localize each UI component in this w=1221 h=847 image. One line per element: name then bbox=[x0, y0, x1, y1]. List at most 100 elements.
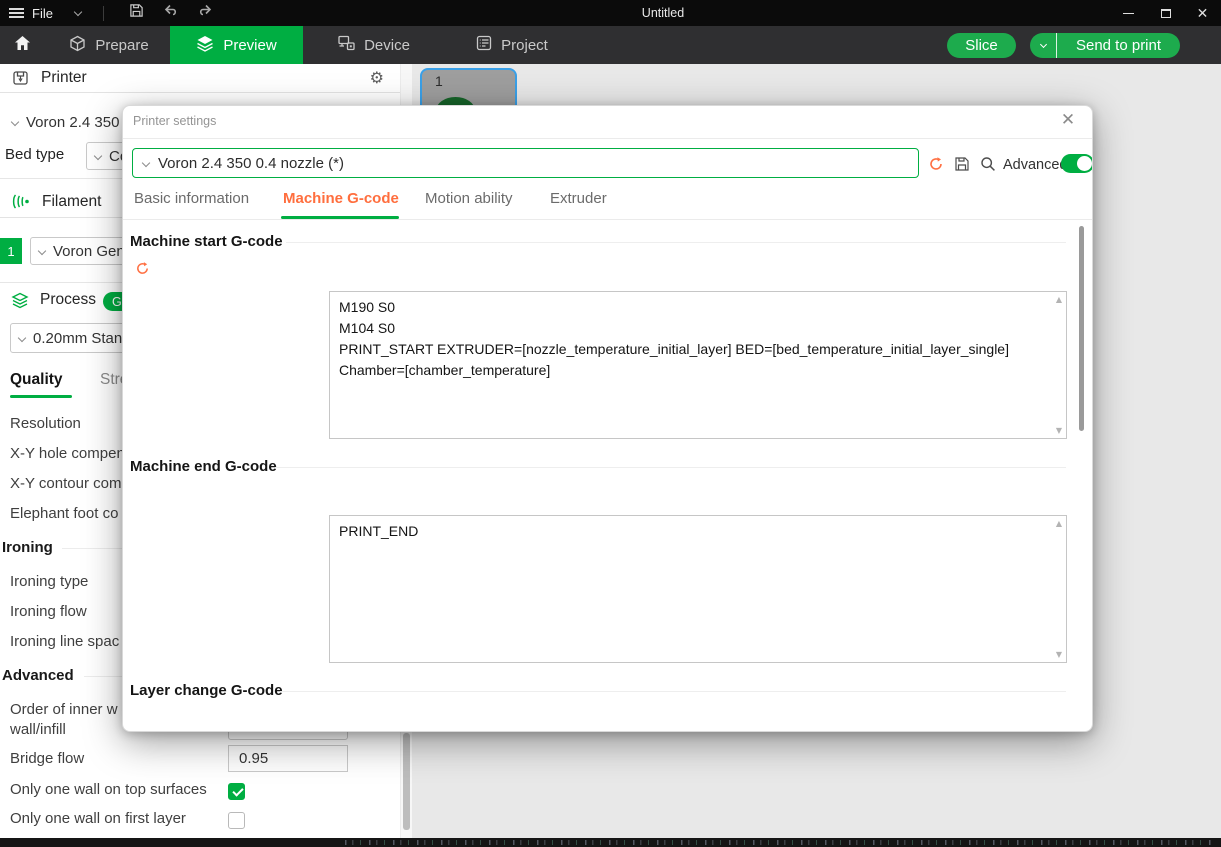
filament-index-badge[interactable]: 1 bbox=[0, 238, 22, 264]
project-list-icon bbox=[476, 35, 492, 55]
prepare-cube-icon bbox=[69, 35, 86, 56]
redo-icon bbox=[197, 4, 213, 22]
printer-section-header: Printer ⚙ bbox=[0, 64, 400, 93]
tab-prepare[interactable]: Prepare bbox=[48, 26, 170, 64]
save-button[interactable] bbox=[120, 0, 154, 26]
send-to-print-group: Send to print bbox=[1030, 33, 1180, 58]
setting-xy-contour-compensation[interactable]: X-Y contour com bbox=[10, 475, 121, 495]
only-one-wall-first-checkbox[interactable] bbox=[228, 812, 245, 829]
chevron-down-icon bbox=[18, 334, 26, 342]
device-icon bbox=[338, 35, 355, 55]
undo-icon bbox=[163, 4, 179, 22]
file-menu[interactable]: File bbox=[0, 0, 91, 26]
tab-quality-underline bbox=[10, 395, 72, 398]
send-to-print-button[interactable]: Send to print bbox=[1057, 37, 1180, 54]
search-button[interactable] bbox=[979, 156, 997, 172]
bridge-flow-input[interactable]: 0.95 bbox=[228, 745, 348, 772]
search-icon bbox=[980, 156, 996, 172]
machine-start-gcode-field: M190 S0 M104 S0 PRINT_START EXTRUDER=[no… bbox=[329, 291, 1067, 439]
save-preset-button[interactable] bbox=[953, 156, 971, 172]
advanced-toggle[interactable] bbox=[1061, 154, 1093, 173]
tab-device[interactable]: Device bbox=[320, 26, 428, 64]
machine-start-gcode-textarea[interactable]: M190 S0 M104 S0 PRINT_START EXTRUDER=[no… bbox=[329, 291, 1067, 439]
setting-ironing-flow[interactable]: Ironing flow bbox=[10, 603, 87, 623]
bridge-flow-label: Bridge flow bbox=[10, 750, 84, 770]
divider bbox=[275, 467, 1066, 468]
scroll-up-arrow-icon[interactable]: ▲ bbox=[1056, 295, 1062, 304]
scroll-up-arrow-icon[interactable]: ▲ bbox=[1056, 519, 1062, 528]
machine-end-gcode-field: PRINT_END ▲ ▼ bbox=[329, 515, 1067, 663]
dialog-tab-basic-information[interactable]: Basic information bbox=[134, 181, 249, 219]
plate-number: 1 bbox=[435, 73, 443, 89]
app-window: File Untitled ✕ bbox=[0, 0, 1221, 847]
redo-button[interactable] bbox=[188, 0, 222, 26]
tab-project[interactable]: Project bbox=[458, 26, 566, 64]
chevron-down-icon bbox=[142, 159, 150, 167]
process-layers-icon bbox=[11, 292, 29, 309]
dialog-tab-extruder[interactable]: Extruder bbox=[550, 181, 607, 219]
save-icon bbox=[954, 156, 970, 172]
titlebar: File Untitled ✕ bbox=[0, 0, 1221, 26]
chevron-down-icon bbox=[11, 118, 19, 126]
titlebar-separator bbox=[103, 6, 104, 21]
close-window-button[interactable]: ✕ bbox=[1184, 0, 1221, 26]
setting-order-of-walls-label-line1[interactable]: Order of inner w bbox=[10, 701, 118, 721]
slice-button[interactable]: Slice bbox=[947, 33, 1016, 58]
gear-icon[interactable]: ⚙ bbox=[370, 68, 384, 87]
reset-icon bbox=[135, 263, 150, 280]
sidebar-scrollbar-thumb[interactable] bbox=[403, 733, 410, 830]
chevron-down-icon bbox=[38, 247, 46, 255]
tab-quality[interactable]: Quality bbox=[10, 371, 63, 389]
divider bbox=[286, 242, 1066, 243]
dialog-scrollbar-thumb[interactable] bbox=[1079, 226, 1084, 431]
dialog-tab-motion-ability[interactable]: Motion ability bbox=[425, 181, 513, 219]
reset-icon bbox=[928, 156, 944, 172]
only-one-wall-top-label: Only one wall on top surfaces bbox=[10, 781, 207, 801]
preview-layers-icon bbox=[196, 35, 214, 56]
maximize-button[interactable] bbox=[1147, 0, 1184, 26]
setting-ironing-type[interactable]: Ironing type bbox=[10, 573, 88, 593]
only-one-wall-first-label: Only one wall on first layer bbox=[10, 810, 186, 830]
maximize-icon bbox=[1161, 9, 1171, 18]
main-toolbar: Prepare Preview Device Project Slice Sen… bbox=[0, 26, 1221, 64]
ironing-section-header: Ironing bbox=[2, 539, 53, 559]
chevron-down-icon bbox=[94, 152, 102, 160]
printer-preset-select[interactable]: Voron 2.4 350 0 bbox=[12, 111, 132, 133]
dialog-title: Printer settings bbox=[133, 114, 216, 128]
scroll-down-arrow-icon[interactable]: ▼ bbox=[1056, 426, 1062, 435]
send-options-button[interactable] bbox=[1030, 33, 1057, 58]
close-icon: ✕ bbox=[1197, 5, 1209, 22]
home-icon bbox=[14, 35, 31, 55]
only-one-wall-top-checkbox[interactable] bbox=[228, 783, 245, 800]
setting-order-of-walls-label-line2[interactable]: wall/infill bbox=[10, 721, 66, 741]
printer-icon bbox=[12, 70, 29, 86]
file-menu-label: File bbox=[32, 6, 53, 21]
filament-coil-icon bbox=[11, 193, 32, 210]
machine-end-gcode-textarea[interactable]: PRINT_END bbox=[329, 515, 1067, 663]
setting-resolution[interactable]: Resolution bbox=[10, 415, 81, 435]
minimize-icon bbox=[1123, 13, 1134, 14]
minimize-button[interactable] bbox=[1110, 0, 1147, 26]
bottom-status-strip bbox=[0, 838, 1221, 847]
printer-preset-combo[interactable]: Voron 2.4 350 0.4 nozzle (*) bbox=[132, 148, 919, 178]
reset-preset-button[interactable] bbox=[927, 156, 945, 172]
dialog-tab-machine-gcode[interactable]: Machine G-code bbox=[283, 181, 399, 219]
printer-settings-dialog: Printer settings ✕ Voron 2.4 350 0.4 noz… bbox=[122, 105, 1093, 732]
setting-elephant-foot-compensation[interactable]: Elephant foot co bbox=[10, 505, 118, 525]
window-title: Untitled bbox=[642, 6, 684, 20]
scroll-down-arrow-icon[interactable]: ▼ bbox=[1056, 650, 1062, 659]
setting-ironing-line-spacing[interactable]: Ironing line spac bbox=[10, 633, 119, 653]
tab-preview[interactable]: Preview bbox=[170, 26, 303, 64]
close-icon: ✕ bbox=[1061, 110, 1075, 129]
chevron-down-icon bbox=[1039, 41, 1046, 48]
layer-change-gcode-label: Layer change G-code bbox=[130, 682, 283, 699]
setting-xy-hole-compensation[interactable]: X-Y hole compen bbox=[10, 445, 125, 465]
undo-button[interactable] bbox=[154, 0, 188, 26]
divider bbox=[123, 138, 1093, 139]
chevron-down-icon bbox=[74, 7, 82, 15]
bed-type-label: Bed type bbox=[5, 146, 64, 163]
save-icon bbox=[129, 3, 144, 23]
home-button[interactable] bbox=[0, 26, 44, 64]
dialog-close-button[interactable]: ✕ bbox=[1057, 110, 1079, 130]
reset-machine-start-gcode-button[interactable] bbox=[135, 261, 151, 277]
